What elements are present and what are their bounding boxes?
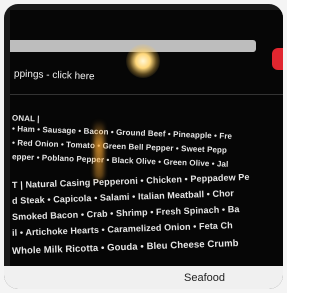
- lower-panel: [4, 266, 283, 289]
- screen: ppings - click here ONAL | • Ham • Sausa…: [10, 10, 283, 272]
- menu-line-artichoke: il • Artichoke Hearts • Caramelized Onio…: [11, 220, 233, 238]
- glare-streak: [94, 120, 104, 180]
- menu-line-steak: d Steak • Capicola • Salami • Italian Me…: [11, 188, 235, 206]
- red-side-button[interactable]: [272, 48, 283, 70]
- menu-line-peppers: epper • Poblano Pepper • Black Olive • G…: [11, 152, 229, 169]
- menu-line-premium-header: T | Natural Casing Pepperoni • Chicken •…: [11, 171, 250, 191]
- photo-frame: ppings - click here ONAL | • Ham • Sausa…: [0, 0, 287, 293]
- menu-line-header: ONAL |: [11, 113, 40, 124]
- light-glare: [126, 44, 160, 78]
- menu-line-veggies: • Red Onion • Tomato • Green Bell Pepper…: [11, 138, 228, 155]
- toppings-link[interactable]: ppings - click here: [14, 69, 95, 83]
- divider: [10, 94, 283, 95]
- menu-line-smoked-bacon: Smoked Bacon • Crab • Shrimp • Fresh Spi…: [11, 204, 240, 222]
- menu-line-cheeses: Whole Milk Ricotta • Gouda • Bleu Cheese…: [11, 238, 239, 257]
- menu-line-meats: • Ham • Sausage • Bacon • Ground Beef • …: [11, 124, 233, 141]
- seafood-tab[interactable]: Seafood: [184, 272, 225, 284]
- device-bezel: ppings - click here ONAL | • Ham • Sausa…: [4, 4, 283, 289]
